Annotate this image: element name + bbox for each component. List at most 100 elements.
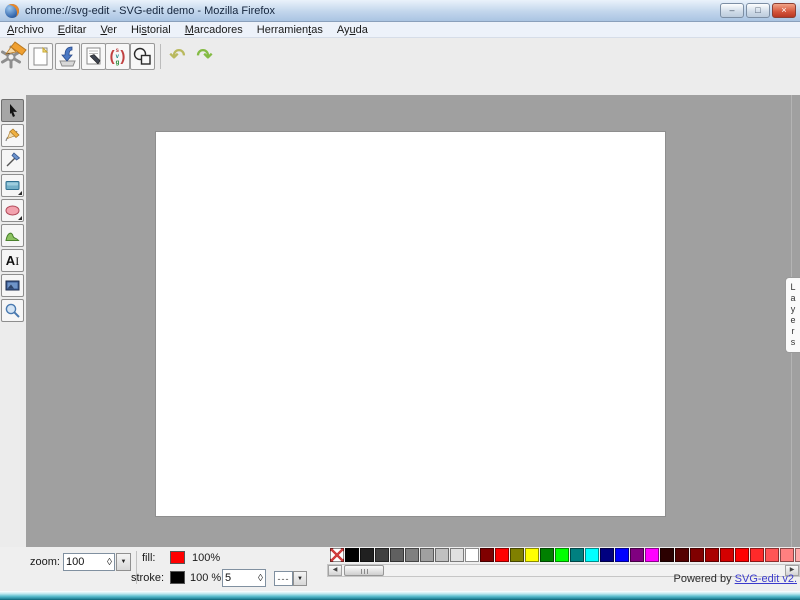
palette-swatch[interactable]	[720, 548, 734, 562]
palette-swatch[interactable]	[375, 548, 389, 562]
minimize-button[interactable]: –	[720, 3, 744, 18]
menu-archivo[interactable]: Archivo	[0, 24, 51, 36]
zoom-tool-button[interactable]	[1, 299, 24, 322]
spinner-icon[interactable]: ◊	[258, 573, 263, 584]
open-image-button[interactable]	[55, 43, 80, 70]
stroke-opacity[interactable]: 100 %	[190, 572, 221, 584]
zoom-dropdown-button[interactable]: ▼	[116, 553, 131, 571]
powered-by: Powered by SVG-edit v2.	[673, 573, 797, 585]
svg-edit-link[interactable]: SVG-edit v2.	[735, 573, 797, 585]
zoom-input[interactable]	[66, 556, 96, 568]
palette-swatch[interactable]	[705, 548, 719, 562]
menu-herramientas[interactable]: Herramientas	[250, 24, 330, 36]
stroke-width-spinner[interactable]: ◊	[222, 569, 266, 587]
stroke-color-swatch[interactable]	[170, 571, 185, 584]
line-tool-button[interactable]	[1, 149, 24, 172]
palette-swatch[interactable]	[660, 548, 674, 562]
palette-swatch[interactable]	[435, 548, 449, 562]
palette-swatch[interactable]	[690, 548, 704, 562]
pencil-icon	[5, 128, 20, 142]
palette-swatch[interactable]	[420, 548, 434, 562]
window-controls: – □ ×	[720, 3, 796, 18]
menu-ver[interactable]: Ver	[93, 24, 124, 36]
document-properties-button[interactable]	[130, 43, 155, 70]
scrollbar-thumb[interactable]	[344, 565, 384, 576]
save-image-button[interactable]	[81, 43, 106, 70]
palette-swatch[interactable]	[735, 548, 749, 562]
view-source-button[interactable]: ( s v g )	[105, 43, 130, 70]
text-tool-button[interactable]: AI	[1, 249, 24, 272]
image-icon	[5, 280, 20, 291]
palette-swatch[interactable]	[495, 548, 509, 562]
palette-swatch[interactable]	[450, 548, 464, 562]
redo-button[interactable]: ↷	[192, 43, 217, 70]
svg-source-icon: ( s v g )	[109, 47, 126, 66]
main-area: AI Layers	[0, 95, 800, 547]
palette-swatch[interactable]	[510, 548, 524, 562]
palette-swatch[interactable]	[600, 548, 614, 562]
tool-palette: AI	[0, 95, 26, 547]
layers-panel-tab[interactable]: Layers	[785, 277, 800, 353]
palette-swatch[interactable]	[630, 548, 644, 562]
browser-window: chrome://svg-edit - SVG-edit demo - Mozi…	[0, 0, 800, 600]
select-tool-button[interactable]	[1, 99, 24, 122]
taskbar-edge	[0, 591, 800, 600]
redo-icon: ↷	[196, 46, 213, 67]
fill-color-swatch[interactable]	[170, 551, 185, 564]
palette-swatch[interactable]	[465, 548, 479, 562]
text-tool-icon: AI	[5, 252, 20, 268]
palette-swatch[interactable]	[390, 548, 404, 562]
svg-edit-logo-icon	[0, 41, 27, 70]
palette-swatch[interactable]	[405, 548, 419, 562]
palette-swatch[interactable]	[750, 548, 764, 562]
ellipse-tool-button[interactable]	[1, 199, 24, 222]
palette-swatch[interactable]	[360, 548, 374, 562]
palette-swatch[interactable]	[345, 548, 359, 562]
scroll-left-button[interactable]: ◀	[328, 565, 342, 576]
close-button[interactable]: ×	[772, 3, 796, 18]
palette-swatch[interactable]	[765, 548, 779, 562]
pencil-tool-button[interactable]	[1, 124, 24, 147]
fill-opacity[interactable]: 100%	[192, 552, 220, 564]
svg-canvas[interactable]	[155, 131, 666, 517]
palette-swatch[interactable]	[780, 548, 794, 562]
menu-editar[interactable]: Editar	[51, 24, 94, 36]
workspace: Layers	[26, 95, 800, 547]
palette-swatch[interactable]	[555, 548, 569, 562]
spinner-icon[interactable]: ◊	[107, 557, 112, 568]
stroke-dash-dropdown-button[interactable]: ▼	[293, 571, 307, 586]
menu-historial[interactable]: Historial	[124, 24, 178, 36]
palette-swatch[interactable]	[525, 548, 539, 562]
path-icon	[5, 232, 20, 241]
menu-marcadores[interactable]: Marcadores	[178, 24, 250, 36]
palette-swatch[interactable]	[570, 548, 584, 562]
color-palette	[330, 548, 800, 563]
undo-icon: ↶	[169, 46, 186, 67]
palette-swatch[interactable]	[645, 548, 659, 562]
maximize-button[interactable]: □	[746, 3, 770, 18]
rectangle-tool-button[interactable]	[1, 174, 24, 197]
palette-swatch-none[interactable]	[330, 548, 344, 562]
stroke-width-input[interactable]	[225, 572, 247, 584]
chevron-down-icon: ▼	[120, 559, 127, 565]
rectangle-icon	[5, 181, 20, 190]
palette-swatch[interactable]	[585, 548, 599, 562]
magnifier-icon	[5, 303, 20, 318]
fill-label: fill:	[142, 552, 156, 564]
stroke-dash-value[interactable]: ---	[274, 571, 293, 586]
new-image-button[interactable]	[28, 43, 53, 70]
palette-swatch[interactable]	[675, 548, 689, 562]
palette-swatch[interactable]	[480, 548, 494, 562]
palette-swatch[interactable]	[795, 548, 800, 562]
undo-button[interactable]: ↶	[165, 43, 190, 70]
palette-swatch[interactable]	[615, 548, 629, 562]
menu-ayuda[interactable]: Ayuda	[330, 24, 375, 36]
path-tool-button[interactable]	[1, 224, 24, 247]
line-icon	[6, 152, 21, 167]
editor-toolbar: ( s v g ) ↶ ↷	[0, 38, 800, 95]
zoom-spinner[interactable]: ◊	[63, 553, 115, 571]
titlebar: chrome://svg-edit - SVG-edit demo - Mozi…	[0, 0, 800, 22]
palette-swatch[interactable]	[540, 548, 554, 562]
image-tool-button[interactable]	[1, 274, 24, 297]
stroke-label: stroke:	[131, 572, 165, 584]
